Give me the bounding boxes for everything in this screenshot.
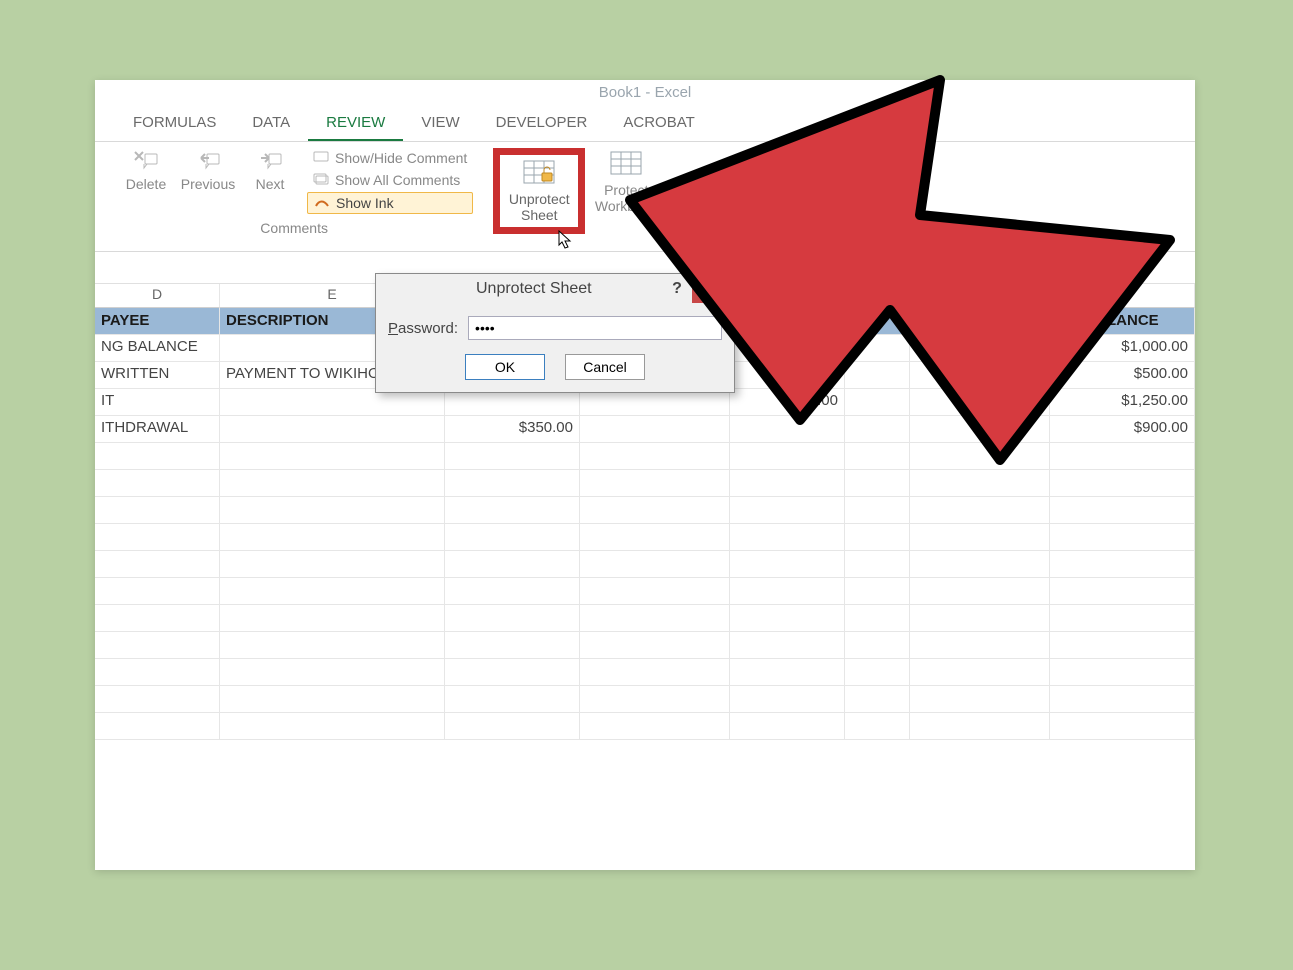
window-title: Book1 - Excel bbox=[599, 84, 692, 101]
password-input[interactable] bbox=[468, 316, 722, 340]
cell[interactable] bbox=[730, 416, 845, 443]
ribbon-tabs: FORMULAS DATA REVIEW VIEW DEVELOPER ACRO… bbox=[95, 108, 1195, 142]
table-row bbox=[95, 524, 1195, 551]
cancel-button[interactable]: Cancel bbox=[565, 354, 645, 380]
dialog-title-text: Unprotect Sheet bbox=[476, 280, 592, 298]
comments-icon bbox=[313, 173, 329, 187]
tab-review[interactable]: REVIEW bbox=[308, 108, 403, 141]
protect-workbook-button[interactable]: Protect Workbook bbox=[585, 148, 667, 216]
cell[interactable] bbox=[580, 389, 730, 416]
cell[interactable] bbox=[845, 389, 910, 416]
ribbon-group-protect: Unprotect Sheet Protect Workbook bbox=[483, 148, 677, 247]
header-balance[interactable]: BALANCE bbox=[1050, 308, 1195, 335]
dialog-help-button[interactable]: ? bbox=[662, 280, 692, 298]
table-row bbox=[95, 497, 1195, 524]
header-credit[interactable]: CREDIT bbox=[730, 308, 845, 335]
next-comment-button[interactable]: Next bbox=[239, 148, 301, 194]
unprotect-sheet-button[interactable]: Unprotect Sheet bbox=[500, 157, 578, 225]
password-label: Password: bbox=[388, 320, 458, 337]
col-header-i[interactable]: I bbox=[845, 284, 910, 308]
col-header-k[interactable]: K bbox=[1050, 284, 1195, 308]
ribbon: Delete Previous Next Show/Hide Comment bbox=[95, 142, 1195, 252]
tab-developer[interactable]: DEVELOPER bbox=[478, 108, 606, 141]
show-all-comments-button[interactable]: Show All Comments bbox=[307, 170, 473, 190]
previous-comment-icon bbox=[195, 150, 221, 172]
tab-view[interactable]: VIEW bbox=[403, 108, 477, 141]
tab-data[interactable]: DATA bbox=[234, 108, 308, 141]
header-payee[interactable]: PAYEE bbox=[95, 308, 220, 335]
cell[interactable] bbox=[730, 335, 845, 362]
cell[interactable]: $750.00 bbox=[730, 389, 845, 416]
cell bbox=[220, 389, 445, 416]
unprotect-highlight: Unprotect Sheet bbox=[493, 148, 585, 234]
show-hide-comment-button[interactable]: Show/Hide Comment bbox=[307, 148, 473, 168]
tab-acrobat[interactable]: ACROBAT bbox=[605, 108, 712, 141]
dialog-titlebar[interactable]: Unprotect Sheet ? bbox=[376, 274, 734, 304]
ribbon-group-comments: Delete Previous Next Show/Hide Comment bbox=[105, 148, 483, 247]
cell[interactable] bbox=[910, 389, 1050, 416]
ok-button[interactable]: OK bbox=[465, 354, 545, 380]
header-blank[interactable] bbox=[845, 308, 910, 335]
table-row bbox=[95, 713, 1195, 740]
cell[interactable] bbox=[845, 335, 910, 362]
table-row bbox=[95, 551, 1195, 578]
cell[interactable] bbox=[845, 362, 910, 389]
col-header-h[interactable]: H bbox=[730, 284, 845, 308]
cell[interactable]: ITHDRAWAL bbox=[95, 416, 220, 443]
col-header-d[interactable]: D bbox=[95, 284, 220, 308]
delete-comment-icon bbox=[133, 150, 159, 172]
table-row bbox=[95, 659, 1195, 686]
cell[interactable]: $350.00 bbox=[445, 416, 580, 443]
close-icon bbox=[707, 283, 719, 295]
table-row bbox=[95, 578, 1195, 605]
cell[interactable] bbox=[580, 416, 730, 443]
show-ink-button[interactable]: Show Ink bbox=[307, 192, 473, 214]
comments-group-label: Comments bbox=[260, 220, 328, 236]
excel-window: Book1 - Excel FORMULAS DATA REVIEW VIEW … bbox=[95, 80, 1195, 870]
cell[interactable] bbox=[910, 362, 1050, 389]
protect-workbook-icon bbox=[609, 150, 643, 178]
cell[interactable] bbox=[910, 416, 1050, 443]
table-row bbox=[95, 686, 1195, 713]
previous-comment-button[interactable]: Previous bbox=[177, 148, 239, 194]
table-row bbox=[95, 605, 1195, 632]
cell[interactable]: $500.00 bbox=[1050, 362, 1195, 389]
cell[interactable] bbox=[445, 389, 580, 416]
dialog-close-button[interactable] bbox=[692, 275, 734, 303]
header-blank2[interactable] bbox=[910, 308, 1050, 335]
cell[interactable]: $900.00 bbox=[1050, 416, 1195, 443]
tab-formulas[interactable]: FORMULAS bbox=[115, 108, 234, 141]
comment-icon bbox=[313, 151, 329, 165]
ink-icon bbox=[314, 196, 330, 210]
unprotect-sheet-dialog: Unprotect Sheet ? Password: OK Cancel bbox=[375, 273, 735, 393]
delete-comment-button[interactable]: Delete bbox=[115, 148, 177, 194]
cell[interactable]: IT bbox=[95, 389, 220, 416]
unprotect-sheet-icon bbox=[522, 159, 556, 187]
cell[interactable] bbox=[220, 416, 445, 443]
table-row bbox=[95, 470, 1195, 497]
table-row bbox=[95, 632, 1195, 659]
table-row bbox=[95, 443, 1195, 470]
cell[interactable]: WRITTEN bbox=[95, 362, 220, 389]
title-bar: Book1 - Excel bbox=[95, 80, 1195, 108]
cell[interactable] bbox=[730, 362, 845, 389]
table-row: IT $750.00 $1,250.00 bbox=[95, 389, 1195, 416]
cell[interactable]: $1,000.00 bbox=[1050, 335, 1195, 362]
next-comment-icon bbox=[257, 150, 283, 172]
table-row: ITHDRAWAL $350.00 $900.00 bbox=[95, 416, 1195, 443]
cell[interactable]: NG BALANCE bbox=[95, 335, 220, 362]
cell[interactable] bbox=[910, 335, 1050, 362]
cell[interactable] bbox=[845, 416, 910, 443]
cell[interactable]: $1,250.00 bbox=[1050, 389, 1195, 416]
col-header-j[interactable] bbox=[910, 284, 1050, 308]
